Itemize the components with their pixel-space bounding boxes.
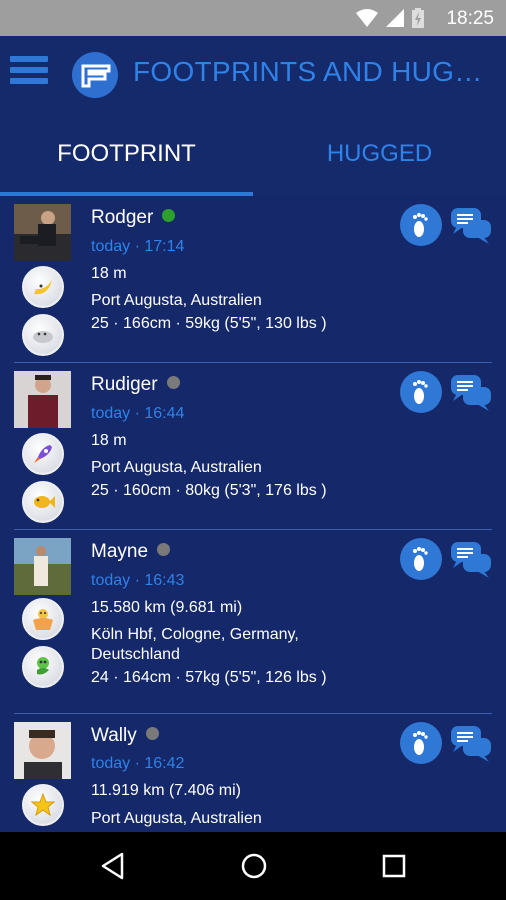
footprint-icon — [413, 731, 428, 755]
footprint-icon — [413, 213, 428, 237]
list-item[interactable]: Mayne today · 16:43 15.580 km (9.681 mi)… — [0, 530, 506, 714]
tab-footprint[interactable]: FOOTPRINT — [0, 112, 253, 196]
status-bar: 18:25 — [0, 0, 506, 36]
footprint-icon — [413, 547, 428, 571]
status-icons — [356, 8, 424, 28]
user-name: Rudiger — [91, 374, 180, 396]
seal-badge — [22, 314, 64, 356]
footprint-button[interactable] — [400, 538, 442, 580]
location: Port Augusta, Australien — [91, 292, 262, 309]
last-seen-time: today · 17:14 — [91, 238, 185, 255]
back-icon[interactable] — [100, 852, 126, 880]
user-name: Mayne — [91, 541, 171, 563]
profile-stats: 25 · 166cm · 59kg (5'5", 130 lbs ) — [91, 315, 327, 332]
location: Port Augusta, Australien — [91, 459, 262, 476]
wifi-icon — [356, 9, 378, 27]
home-icon[interactable] — [240, 852, 268, 880]
footprint-button[interactable] — [400, 722, 442, 764]
location: Köln Hbf, Cologne, Germany, Deutschland — [91, 626, 299, 663]
location: Port Augusta, Australien — [91, 810, 262, 827]
avatar[interactable] — [14, 538, 71, 595]
system-nav-bar — [0, 832, 506, 900]
footprint-button[interactable] — [400, 204, 442, 246]
chat-bubbles-icon — [451, 375, 491, 411]
chat-button[interactable] — [449, 724, 493, 764]
footprint-icon — [413, 380, 428, 404]
star-badge — [22, 784, 64, 826]
chat-button[interactable] — [449, 206, 493, 246]
footprint-button[interactable] — [400, 371, 442, 413]
page-title: FOOTPRINTS AND HUGGED — [133, 56, 499, 87]
status-time: 18:25 — [446, 8, 494, 29]
chat-button[interactable] — [449, 540, 493, 580]
offline-status-dot — [157, 543, 171, 556]
avatar[interactable] — [14, 371, 71, 428]
distance: 18 m — [91, 265, 127, 282]
list-item[interactable]: Wally today · 16:42 11.919 km (7.406 mi)… — [0, 714, 506, 832]
last-seen-time: today · 16:42 — [91, 755, 185, 772]
profile-stats: 25 · 160cm · 80kg (5'3", 176 lbs ) — [91, 482, 327, 499]
recents-icon[interactable] — [382, 854, 406, 878]
tab-bar: FOOTPRINT HUGGED — [0, 112, 506, 196]
last-seen-time: today · 16:43 — [91, 572, 185, 589]
rocket-badge — [22, 433, 64, 475]
profile-stats: 24 · 164cm · 57kg (5'5", 126 lbs ) — [91, 669, 327, 686]
banana-badge — [22, 266, 64, 308]
online-status-dot — [162, 209, 176, 222]
distance: 11.919 km (7.406 mi) — [91, 782, 241, 799]
last-seen-time: today · 16:44 — [91, 405, 185, 422]
user-list[interactable]: Rodger today · 17:14 18 m Port Augusta, … — [0, 196, 506, 832]
list-item[interactable]: Rodger today · 17:14 18 m Port Augusta, … — [0, 196, 506, 363]
signal-icon — [386, 9, 404, 27]
distance: 15.580 km (9.681 mi) — [91, 599, 243, 616]
offline-status-dot — [166, 376, 180, 389]
snake-badge — [22, 646, 64, 688]
chat-bubbles-icon — [451, 726, 491, 762]
avatar[interactable] — [14, 722, 71, 779]
battery-charging-icon — [412, 8, 424, 28]
chat-bubbles-icon — [451, 208, 491, 244]
avatar[interactable] — [14, 204, 71, 261]
tab-hugged[interactable]: HUGGED — [253, 112, 506, 196]
distance: 18 m — [91, 432, 127, 449]
fish-badge — [22, 481, 64, 523]
offline-status-dot — [145, 727, 159, 740]
user-name: Wally — [91, 725, 159, 747]
app-logo — [72, 52, 118, 98]
app-bar: FOOTPRINTS AND HUGGED — [0, 36, 506, 112]
hamburger-menu-icon[interactable] — [10, 56, 48, 92]
user-name: Rodger — [91, 207, 176, 229]
chat-bubbles-icon — [451, 542, 491, 578]
chat-button[interactable] — [449, 373, 493, 413]
muscle-man-badge — [22, 598, 64, 640]
list-item[interactable]: Rudiger today · 16:44 18 m Port Augusta,… — [0, 363, 506, 530]
